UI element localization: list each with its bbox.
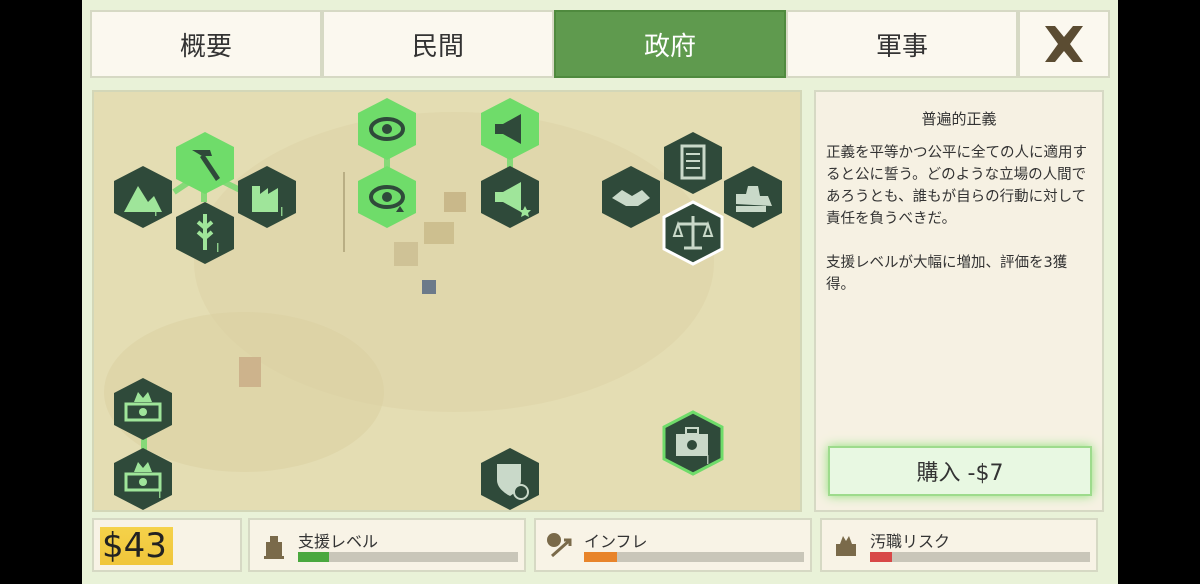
- tech-node-wheat[interactable]: I: [172, 200, 238, 266]
- hammer-icon: [176, 132, 234, 194]
- meter-label: インフレ: [584, 532, 648, 551]
- mountain-pick-icon: I: [114, 166, 172, 228]
- megaphone-icon: [481, 98, 539, 160]
- tab-label: 民間: [411, 31, 464, 62]
- close-button[interactable]: [1018, 10, 1110, 78]
- tab-overview[interactable]: 概要: [90, 10, 322, 78]
- tech-node-eye-up[interactable]: [354, 164, 420, 230]
- wheat-icon: I: [176, 202, 234, 264]
- tab-label: 概要: [179, 31, 232, 62]
- tab-civilian[interactable]: 民間: [322, 10, 554, 78]
- meter-fill: [298, 552, 329, 562]
- shield-money-icon: [481, 448, 539, 510]
- monument-icon: [264, 536, 284, 559]
- corruption-icon: [836, 536, 856, 556]
- buy-label: 購入 -$7: [916, 461, 1004, 486]
- tech-node-briefcase[interactable]: I: [660, 410, 726, 476]
- handshake-icon: [602, 166, 660, 228]
- tech-node-eye[interactable]: [354, 96, 420, 162]
- tech-node-factory[interactable]: I: [234, 164, 300, 230]
- category-tabs: 概要 民間 政府 軍事: [90, 10, 1110, 80]
- tech-node-mountain-pick[interactable]: I: [110, 164, 176, 230]
- info-panel: 普遍的正義 正義を平等かつ公平に全ての人に適用すると公に誓う。どのような立場の人…: [814, 90, 1104, 512]
- meter-label: 汚職リスク: [870, 532, 951, 551]
- inflation-icon: [547, 533, 572, 558]
- tab-label: 政府: [643, 31, 696, 62]
- buy-button[interactable]: 購入 -$7: [828, 446, 1092, 496]
- tab-label: 軍事: [875, 31, 928, 62]
- money-display: $43: [92, 518, 242, 572]
- tech-node-handshake[interactable]: [598, 164, 664, 230]
- svg-text:I: I: [154, 205, 158, 219]
- eye-up-icon: [358, 166, 416, 228]
- meter-bar: [584, 552, 804, 562]
- money-value: $43: [100, 527, 173, 565]
- meter-bar: [298, 552, 518, 562]
- factory-icon: I: [238, 166, 296, 228]
- tech-node-shield-money[interactable]: [477, 446, 543, 510]
- eye-icon: [358, 98, 416, 160]
- meter-label: 支援レベル: [298, 532, 379, 551]
- tech-node-checklist[interactable]: [660, 130, 726, 196]
- svg-text:I: I: [280, 205, 284, 219]
- scales-icon: [662, 200, 724, 266]
- meter-corruption: 汚職リスク: [820, 518, 1098, 572]
- tech-tree-map: I I I I I: [92, 90, 802, 512]
- status-bar: $43 支援レベル インフレ 汚職リスク: [90, 516, 1110, 576]
- tab-government[interactable]: 政府: [554, 10, 786, 78]
- tab-military[interactable]: 軍事: [786, 10, 1018, 78]
- checklist-icon: [664, 132, 722, 194]
- meter-fill: [870, 552, 892, 562]
- info-description: 正義を平等かつ公平に全ての人に適用すると公に誓う。どのような立場の人間であろうと…: [826, 145, 1087, 293]
- tech-node-money-burn-2[interactable]: I: [110, 446, 176, 510]
- meter-inflation: インフレ: [534, 518, 812, 572]
- tech-node-money-burn[interactable]: [110, 376, 176, 442]
- tech-node-hammer[interactable]: [172, 130, 238, 196]
- megaphone-star-icon: [481, 166, 539, 228]
- svg-text:I: I: [706, 453, 710, 467]
- meter-bar: [870, 552, 1090, 562]
- close-icon: [1045, 26, 1083, 62]
- svg-text:I: I: [216, 241, 220, 255]
- tech-node-bulldozer[interactable]: [720, 164, 786, 230]
- tech-node-megaphone[interactable]: [477, 96, 543, 162]
- tech-node-scales[interactable]: [660, 200, 726, 266]
- bulldozer-icon: [724, 166, 782, 228]
- info-title: 普遍的正義: [921, 110, 997, 128]
- money-burn-2-icon: I: [114, 448, 172, 510]
- briefcase-icon: I: [662, 410, 724, 476]
- money-burn-icon: [114, 378, 172, 440]
- meter-fill: [584, 552, 617, 562]
- meter-support: 支援レベル: [248, 518, 526, 572]
- tech-node-megaphone-star[interactable]: [477, 164, 543, 230]
- svg-text:I: I: [158, 487, 162, 501]
